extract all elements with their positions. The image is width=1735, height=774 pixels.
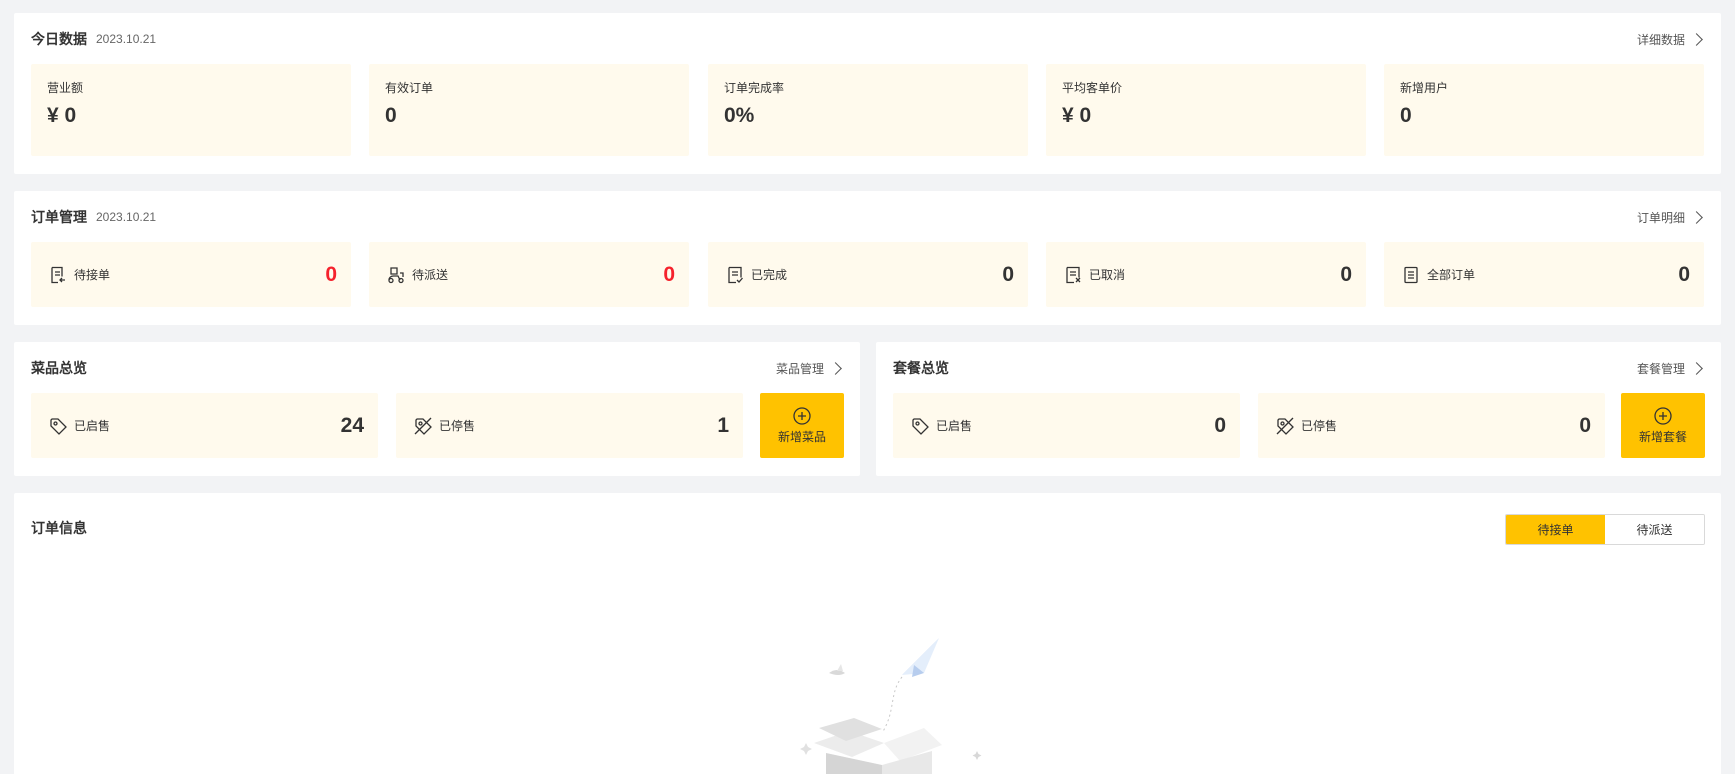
stat-avg-price: 平均客单价 ¥ 0	[1046, 64, 1366, 156]
stat-new-users: 新增用户 0	[1384, 64, 1704, 156]
setmeal-management-link[interactable]: 套餐管理	[1637, 360, 1704, 377]
order-status-count: 0	[663, 262, 675, 286]
add-setmeal-button[interactable]: 新增套餐	[1621, 393, 1705, 458]
plus-circle-icon	[793, 407, 811, 425]
order-status-count: 0	[1002, 262, 1014, 286]
completed-order-icon	[728, 266, 743, 283]
chevron-right-icon	[829, 361, 842, 375]
stat-label: 平均客单价	[1062, 81, 1123, 95]
stat-value: 0	[1400, 104, 1412, 127]
pending-order-icon	[51, 266, 65, 283]
today-data-card: 今日数据 2023.10.21 详细数据 营业额 ¥ 0 有效订单 0 订单完成…	[14, 13, 1721, 174]
delivery-icon	[388, 266, 404, 283]
order-status-count: 0	[1340, 262, 1352, 286]
dishes-overview-title: 菜品总览	[31, 360, 87, 376]
stat-label: 营业额	[47, 81, 84, 95]
detail-data-link[interactable]: 详细数据	[1637, 31, 1704, 48]
order-info-card: 订单信息 待接单 待派送	[14, 493, 1721, 774]
setmeals-overview-header: 套餐总览 套餐管理	[893, 342, 1704, 394]
add-dish-label: 新增菜品	[777, 430, 826, 444]
order-management-date: 2023.10.21	[96, 210, 157, 224]
dish-on-sale-label: 已启售	[74, 419, 111, 433]
order-status-count: 0	[325, 262, 337, 286]
add-setmeal-label: 新增套餐	[1638, 430, 1687, 444]
setmeal-off-sale-count: 0	[1579, 413, 1591, 437]
order-info-title: 订单信息	[31, 520, 87, 536]
order-management-title: 订单管理	[31, 209, 87, 225]
order-management-card: 订单管理 2023.10.21 订单明细 待接单 0 待派送 0 已完成 0 已…	[14, 191, 1721, 325]
today-data-date: 2023.10.21	[96, 32, 157, 46]
order-status-completed[interactable]: 已完成 0	[708, 242, 1028, 307]
stat-value: 0%	[724, 104, 755, 127]
stat-revenue: 营业额 ¥ 0	[31, 64, 351, 156]
stat-label: 订单完成率	[724, 81, 785, 95]
add-dish-button[interactable]: 新增菜品	[760, 393, 844, 458]
setmeal-management-link-label: 套餐管理	[1636, 361, 1685, 376]
plus-circle-icon	[1654, 407, 1672, 425]
order-status-label: 待派送	[412, 268, 449, 282]
order-status-all[interactable]: 全部订单 0	[1384, 242, 1704, 307]
order-status-to-deliver[interactable]: 待派送 0	[369, 242, 689, 307]
order-status-label: 已取消	[1089, 268, 1126, 282]
order-info-tabs: 待接单 待派送	[1505, 514, 1705, 545]
order-management-header: 订单管理 2023.10.21 订单明细	[31, 191, 1704, 243]
stat-value: ¥ 0	[47, 104, 77, 127]
tag-icon	[50, 417, 67, 435]
dish-off-sale[interactable]: 已停售 1	[396, 393, 743, 458]
order-status-count: 0	[1678, 262, 1690, 286]
stat-valid-orders: 有效订单 0	[369, 64, 689, 156]
chevron-right-icon	[1690, 361, 1703, 375]
setmeals-overview-title: 套餐总览	[893, 360, 949, 376]
setmeal-on-sale[interactable]: 已启售 0	[893, 393, 1240, 458]
today-data-header: 今日数据 2023.10.21 详细数据	[31, 13, 1704, 65]
order-status-label: 待接单	[74, 268, 111, 282]
setmeal-off-sale-label: 已停售	[1301, 419, 1338, 433]
order-status-label: 全部订单	[1427, 268, 1476, 282]
tab-pending[interactable]: 待接单	[1506, 515, 1605, 544]
chevron-right-icon	[1690, 32, 1703, 46]
dish-management-link[interactable]: 菜品管理	[776, 360, 843, 377]
order-detail-link-label: 订单明细	[1636, 210, 1685, 225]
order-detail-link[interactable]: 订单明细	[1637, 209, 1704, 226]
dishes-overview-card: 菜品总览 菜品管理 已启售 24 已停售 1 新增菜品	[14, 342, 860, 476]
dishes-overview-header: 菜品总览 菜品管理	[31, 342, 843, 394]
setmeal-on-sale-label: 已启售	[936, 419, 973, 433]
order-status-label: 已完成	[751, 268, 788, 282]
dish-on-sale[interactable]: 已启售 24	[31, 393, 378, 458]
order-info-header: 订单信息	[31, 493, 1704, 563]
stat-completion-rate: 订单完成率 0%	[708, 64, 1028, 156]
tag-off-icon	[1276, 417, 1294, 435]
empty-box-illustration	[800, 638, 982, 774]
stat-value: 0	[385, 104, 397, 127]
tag-icon	[912, 417, 929, 435]
dish-on-sale-count: 24	[340, 413, 364, 437]
detail-data-link-label: 详细数据	[1636, 32, 1685, 47]
dish-off-sale-count: 1	[717, 413, 729, 437]
chevron-right-icon	[1690, 210, 1703, 224]
stat-label: 新增用户	[1400, 81, 1449, 95]
dish-management-link-label: 菜品管理	[775, 361, 824, 376]
setmeal-on-sale-count: 0	[1214, 413, 1226, 437]
tab-to-deliver[interactable]: 待派送	[1605, 515, 1704, 544]
stat-value: ¥ 0	[1062, 104, 1092, 127]
order-status-pending[interactable]: 待接单 0	[31, 242, 351, 307]
today-data-title: 今日数据	[31, 31, 87, 47]
cancelled-order-icon	[1066, 266, 1081, 283]
setmeals-overview-card: 套餐总览 套餐管理 已启售 0 已停售 0 新增套餐	[876, 342, 1721, 476]
tag-off-icon	[414, 417, 432, 435]
all-orders-icon	[1404, 266, 1418, 283]
stat-label: 有效订单	[385, 81, 434, 95]
dish-off-sale-label: 已停售	[439, 419, 476, 433]
order-status-cancelled[interactable]: 已取消 0	[1046, 242, 1366, 307]
setmeal-off-sale[interactable]: 已停售 0	[1258, 393, 1605, 458]
